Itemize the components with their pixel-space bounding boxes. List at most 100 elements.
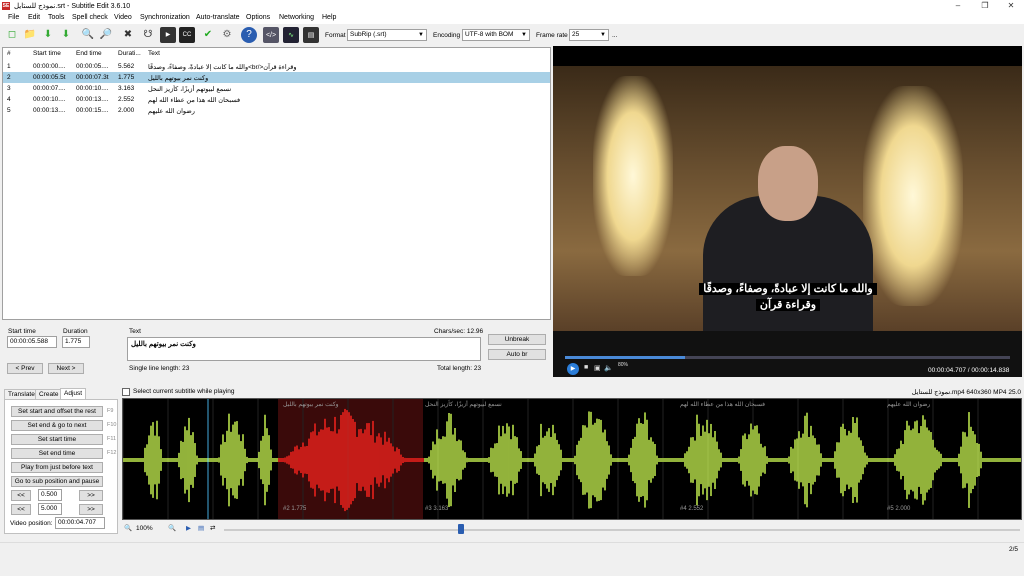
waveform[interactable]: وكنت نمر بيوتهم بالليل نسمع لبيوتهم أزيز… [122,398,1022,520]
unbreak-button[interactable]: Unbreak [488,334,546,345]
mute-icon[interactable]: 🔈 [604,364,613,372]
tab-create[interactable]: Create [35,389,63,399]
status-bar [0,542,1024,556]
chevron-down-icon: ▼ [600,32,606,38]
col-header-text[interactable]: Text [148,50,160,57]
col-header-number[interactable]: # [7,50,11,57]
spell-check-icon[interactable]: ✔ [200,27,216,43]
waveform-svg [123,399,1021,519]
menu-edit[interactable]: Edit [28,14,40,21]
back-large-button[interactable]: << [11,504,31,515]
set-end-next-button[interactable]: Set end & go to next [11,420,103,431]
waveform-options-icon[interactable]: ⇄ [210,524,215,532]
menu-help[interactable]: Help [322,14,336,21]
video-player[interactable]: والله ما كانت إلا عبادةً، وصفاءً، وصدقًا… [553,46,1022,331]
replace-icon[interactable]: 🔎 [98,27,114,43]
table-row[interactable]: 1 00:00:00.... 00:00:05.... 5.562 والله … [3,61,550,72]
fix-errors-icon[interactable]: ✖ [120,27,136,43]
fwd-large-button[interactable]: >> [79,504,103,515]
col-header-duration[interactable]: Durati... [118,50,141,57]
menu-spell-check[interactable]: Spell check [72,14,108,21]
waveform-scroll-thumb[interactable] [458,524,464,534]
row-text: فسبحان الله هذا من عطاء الله لهم [148,97,241,104]
row-number: 5 [7,107,11,114]
framerate-more-button[interactable]: ... [612,32,617,39]
shortcut-f12: F12 [107,450,117,456]
framerate-select[interactable]: 25 ▼ [569,29,609,41]
start-time-input[interactable]: 00:00:05.588 [7,336,57,348]
auto-br-button[interactable]: Auto br [488,349,546,360]
waveform-toggle-icon[interactable]: ∿ [283,27,299,43]
zoom-level[interactable]: 100% [136,525,153,532]
volume-level[interactable]: 80% [618,362,628,368]
menu-video[interactable]: Video [114,14,132,21]
set-start-offset-button[interactable]: Set start and offset the rest [11,406,103,417]
segment-number: #2 1.775 [283,506,307,512]
text-label: Text [129,328,141,335]
prev-button[interactable]: < Prev [7,363,43,374]
menu-tools[interactable]: Tools [48,14,64,21]
save-icon[interactable]: ⬇ [40,27,56,43]
table-row[interactable]: 3 00:00:07.... 00:00:10.... 3.163 نسمع ل… [3,83,550,94]
subtitle-overlay: والله ما كانت إلا عبادةً، وصفاءً، وصدقًا… [673,281,903,313]
play-before-button[interactable]: Play from just before text [11,462,103,473]
large-step-input[interactable]: 5.000 [38,503,62,515]
remove-hearing-impaired-icon[interactable]: ☋ [140,27,156,43]
save-as-icon[interactable]: ⬇ [58,27,74,43]
framerate-select-value: 25 [572,31,580,38]
tab-adjust[interactable]: Adjust [60,388,87,399]
menu-auto-translate[interactable]: Auto-translate [196,14,240,21]
find-icon[interactable]: 🔍 [80,27,96,43]
duration-input[interactable]: 1.775 [62,336,90,348]
play-selection-icon[interactable]: ▶ [186,524,191,532]
set-start-button[interactable]: Set start time [11,434,103,445]
fwd-small-button[interactable]: >> [79,490,103,501]
go-to-sub-button[interactable]: Go to sub position and pause [11,476,103,487]
fullscreen-icon[interactable]: ▣ [594,364,601,372]
stop-icon[interactable]: ■ [584,364,588,371]
zoom-in-icon[interactable]: 🔍 [168,524,176,532]
visual-sync-icon[interactable]: ▶ [160,27,176,43]
back-small-button[interactable]: << [11,490,31,501]
col-header-start[interactable]: Start time [33,50,61,57]
subtitle-line-2: وقراءة قرآن [755,299,821,311]
waveform-scroll-track[interactable] [224,529,1020,531]
small-step-input[interactable]: 0.500 [38,489,62,501]
format-select[interactable]: SubRip (.srt) ▼ [347,29,427,41]
row-text: والله ما كانت إلا عبادةً، وصفاءً، وصدقًا… [148,64,297,71]
video-position-input[interactable]: 00:00:04.707 [55,517,105,529]
table-row[interactable]: 4 00:00:10.... 00:00:13.... 2.552 فسبحان… [3,94,550,105]
zoom-out-icon[interactable]: 🔍 [124,524,132,532]
point-sync-icon[interactable]: CC [179,27,195,43]
close-icon[interactable]: ✕ [998,0,1024,12]
subtitle-text-input[interactable]: وكنت نمر بيوتهم بالليل [127,337,481,361]
video-toggle-icon[interactable]: ▤ [303,27,319,43]
open-folder-icon[interactable]: 📁 [22,27,38,43]
row-start: 00:00:13.... [33,107,66,114]
next-button[interactable]: Next > [48,363,84,374]
select-current-checkbox[interactable] [122,388,130,396]
menu-options[interactable]: Options [246,14,270,21]
source-view-icon[interactable]: </> [263,27,279,43]
menu-networking[interactable]: Networking [279,14,314,21]
set-end-button[interactable]: Set end time [11,448,103,459]
row-start: 00:00:00.... [33,63,66,70]
help-icon[interactable]: ? [241,27,257,43]
new-file-icon[interactable]: ◻ [4,27,20,43]
col-header-end[interactable]: End time [76,50,102,57]
app-icon: SE [2,2,10,10]
menu-file[interactable]: File [8,14,19,21]
table-row[interactable]: 5 00:00:13.... 00:00:15.... 2.000 رضوان … [3,105,550,116]
tab-translate[interactable]: Translate [4,389,39,399]
row-duration: 2.552 [118,96,135,103]
minimize-icon[interactable]: – [945,0,971,12]
window-title: نموذج للستايل.srt - Subtitle Edit 3.6.10 [14,3,131,10]
maximize-icon[interactable]: ❐ [972,0,998,12]
settings-gear-icon[interactable]: ⚙ [219,27,235,43]
menu-synchronization[interactable]: Synchronization [140,14,190,21]
table-row-selected[interactable]: 2 00:00:05.5t 00:00:07.3t 1.775 وكنت نمر… [3,72,550,83]
encoding-select[interactable]: UTF-8 with BOM ▼ [462,29,530,41]
toggle-spectrogram-icon[interactable]: ▤ [198,524,204,532]
subtitle-grid[interactable]: # Start time End time Durati... Text 1 0… [2,47,551,320]
play-icon[interactable]: ▶ [567,363,579,375]
